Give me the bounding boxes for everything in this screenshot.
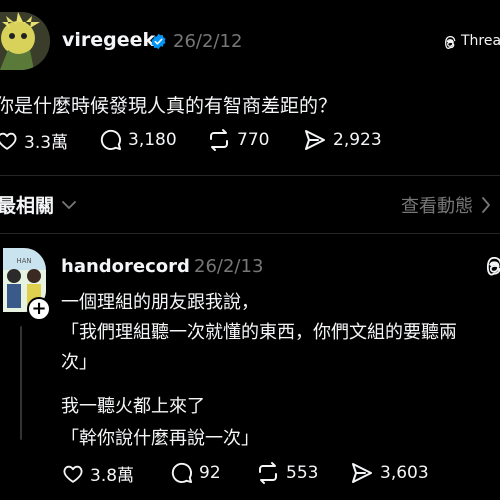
sort-dropdown[interactable]: 最相關 [0,191,76,218]
reply-repost-button[interactable]: 553 [256,461,318,485]
reply-date: 26/2/13 [194,256,264,277]
threads-logo-icon[interactable] [484,256,500,277]
threads-app-label[interactable]: Threads [461,33,500,49]
reply-repost-count: 553 [286,463,319,483]
repost-icon [210,129,228,151]
share-icon [305,130,325,150]
view-activity-link[interactable]: 查看動態 [401,192,491,218]
avatar-image [0,12,50,70]
section-divider [0,175,500,176]
reply-reply-button[interactable]: 92 [170,461,221,484]
reply-share-count: 3,603 [380,463,429,483]
share-icon [352,463,372,483]
post-username[interactable]: viregeek [62,29,155,51]
chevron-down-icon [62,200,76,209]
section-divider [0,233,500,234]
reply-reply-count: 92 [199,462,221,483]
reply-like-button[interactable]: 3.8萬 [62,461,134,486]
post-share-count: 2,923 [333,130,382,150]
post-reply-count: 3,180 [128,129,177,150]
svg-text:HAN: HAN [16,257,31,265]
post-like-count: 3.3萬 [24,133,69,153]
reply-text-line: 「幹你說什麼再說一次」 [61,428,259,449]
reply-thread-line [20,326,22,440]
repost-icon [259,462,277,484]
reply-text-line: 一個理組的朋友跟我說， [61,292,259,313]
comment-icon [171,462,193,484]
post-reply-button[interactable]: 3,180 [99,128,177,151]
threads-logo-icon[interactable] [443,35,457,49]
sort-label: 最相關 [0,195,55,217]
reply-text-line: 「我們理組聽一次就懂的東西，你們文組的要聽兩 [61,322,457,343]
follow-plus-button[interactable]: + [27,297,51,321]
reply-text-line: 次」 [61,352,97,373]
reply-text-line: 我一聽火都上來了 [61,396,205,417]
verified-badge-icon [150,33,167,50]
chevron-right-icon [482,197,490,213]
view-activity-label: 查看動態 [401,196,473,217]
post-like-button[interactable]: 3.3萬 [0,128,68,153]
post-repost-count: 770 [237,130,270,150]
post-text: 你是什麼時候發現人真的有智商差距的？ [0,95,338,117]
reply-share-button[interactable]: 3,603 [350,461,429,485]
post-repost-button[interactable]: 770 [207,128,269,152]
reply-username[interactable]: handorecord [61,256,190,277]
heart-icon [0,132,17,150]
heart-icon [63,465,83,483]
reply-like-count: 3.8萬 [90,466,135,486]
comment-icon [100,129,122,151]
post-share-button[interactable]: 2,923 [303,128,382,152]
post-author-avatar[interactable] [0,12,50,70]
post-date: 26/2/12 [173,31,243,52]
